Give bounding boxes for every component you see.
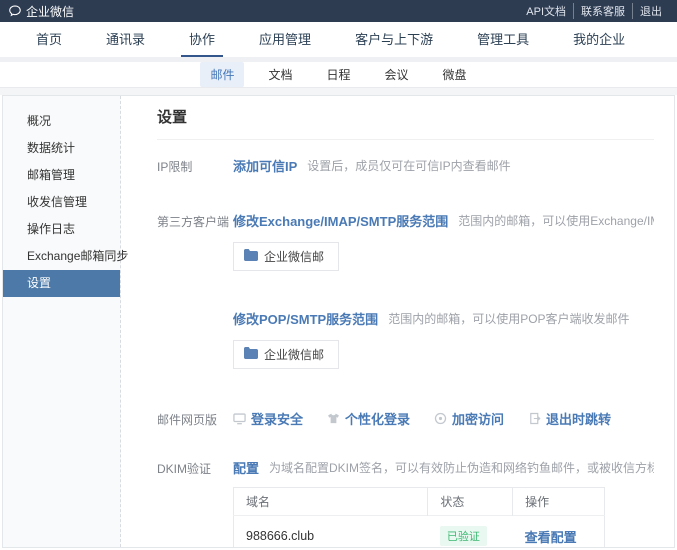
nav-tab-home[interactable]: 首页 (28, 22, 70, 57)
dkim-desc: 为域名配置DKIM签名，可以有效防止伪造和网络钓鱼邮件，或被收信方标记为垃圾邮件 (269, 459, 654, 476)
ip-limit-label: IP限制 (157, 156, 233, 175)
dkim-config-link[interactable]: 配置 (233, 458, 259, 477)
webmail-link-encrypted-access[interactable]: 加密访问 (434, 409, 504, 428)
nav-tab-admin-tools[interactable]: 管理工具 (469, 22, 537, 57)
dkim-table-body: 988666.club已验证查看配置sjdhgfdk.com验证中查看配置 (234, 516, 605, 548)
settings-content: 设置 IP限制 添加可信IP 设置后，成员仅可在可信IP内查看邮件 第三方客户端… (121, 96, 674, 547)
chat-bubble-icon (8, 4, 22, 18)
sidebar: 概况数据统计邮箱管理收发信管理操作日志Exchange邮箱同步设置 (3, 96, 121, 547)
status-badge: 已验证 (440, 526, 487, 546)
pop-scope-tag-label: 企业微信邮 (264, 346, 324, 363)
subtab-docs[interactable]: 文档 (258, 62, 302, 87)
subtab-meeting[interactable]: 会议 (375, 62, 419, 87)
page-title: 设置 (157, 106, 654, 127)
nav-tab-app-management[interactable]: 应用管理 (251, 22, 319, 57)
table-row: 988666.club 已验证 查看配置 (234, 516, 605, 548)
pop-scope-tag[interactable]: 企业微信邮 (233, 340, 339, 369)
sidebar-item-settings[interactable]: 设置 (3, 270, 120, 297)
webmail-link-logout-redirect[interactable]: 退出时跳转 (528, 409, 611, 428)
topbar-link-api-docs[interactable]: API文档 (519, 3, 573, 19)
dkim-label: DKIM验证 (157, 458, 233, 477)
dkim-table-header: 域名 状态 操作 (234, 488, 605, 516)
sidebar-item-operation-logs[interactable]: 操作日志 (3, 216, 120, 243)
folder-icon (244, 249, 258, 264)
action-cell: 查看配置 (513, 516, 605, 548)
sidebar-item-exchange-sync[interactable]: Exchange邮箱同步 (3, 243, 120, 270)
webmail-link-label: 登录安全 (251, 409, 303, 428)
subtab-drive[interactable]: 微盘 (433, 62, 477, 87)
col-action: 操作 (513, 488, 605, 516)
third-party-label: 第三方客户端 (157, 211, 233, 230)
panel-gap (0, 88, 677, 95)
modify-exchange-scope-link[interactable]: 修改Exchange/IMAP/SMTP服务范围 (233, 211, 448, 230)
add-trusted-ip-link[interactable]: 添加可信IP (233, 156, 297, 175)
ip-limit-row: IP限制 添加可信IP 设置后，成员仅可在可信IP内查看邮件 (157, 156, 654, 175)
main-nav: 首页通讯录协作应用管理客户与上下游管理工具我的企业 (0, 22, 677, 57)
nav-tab-my-company[interactable]: 我的企业 (565, 22, 633, 57)
topbar: 企业微信 API文档联系客服退出 (0, 0, 677, 22)
modify-pop-scope-link[interactable]: 修改POP/SMTP服务范围 (233, 309, 378, 328)
main-panel: 概况数据统计邮箱管理收发信管理操作日志Exchange邮箱同步设置 设置 IP限… (2, 95, 675, 548)
wecom-logo[interactable]: 企业微信 (8, 3, 74, 20)
exit-icon (528, 412, 541, 425)
ip-limit-desc: 设置后，成员仅可在可信IP内查看邮件 (307, 157, 510, 174)
tshirt-icon (327, 412, 340, 425)
nav-tab-customers[interactable]: 客户与上下游 (347, 22, 441, 57)
topbar-link-logout[interactable]: 退出 (632, 3, 669, 19)
webmail-link-login-security[interactable]: 登录安全 (233, 409, 303, 428)
dkim-row: DKIM验证 配置 为域名配置DKIM签名，可以有效防止伪造和网络钓鱼邮件，或被… (157, 458, 654, 547)
webmail-link-label: 个性化登录 (345, 409, 410, 428)
sub-nav: 邮件文档日程会议微盘 (0, 62, 677, 88)
domain-cell: 988666.club (234, 516, 428, 548)
monitor-icon (233, 412, 246, 425)
col-status: 状态 (428, 488, 513, 516)
third-party-row: 第三方客户端 修改Exchange/IMAP/SMTP服务范围 范围内的邮箱，可… (157, 211, 654, 369)
pop-scope-desc: 范围内的邮箱，可以使用POP客户端收发邮件 (388, 310, 629, 327)
webmail-label: 邮件网页版 (157, 409, 233, 428)
sidebar-item-overview[interactable]: 概况 (3, 108, 120, 135)
exchange-scope-tag-label: 企业微信邮 (264, 248, 324, 265)
topbar-link-contact-support[interactable]: 联系客服 (573, 3, 632, 19)
subtab-schedule[interactable]: 日程 (316, 62, 360, 87)
topbar-links: API文档联系客服退出 (519, 3, 669, 19)
col-domain: 域名 (234, 488, 428, 516)
pop-block: 修改POP/SMTP服务范围 范围内的邮箱，可以使用POP客户端收发邮件 企业微… (233, 309, 654, 369)
webmail-link-label: 退出时跳转 (546, 409, 611, 428)
view-config-link[interactable]: 查看配置 (525, 530, 577, 545)
dkim-table: 域名 状态 操作 988666.club已验证查看配置sjdhgfdk.com验… (233, 487, 605, 547)
subtab-mail[interactable]: 邮件 (200, 62, 244, 87)
title-divider (157, 139, 654, 140)
webmail-link-label: 加密访问 (452, 409, 504, 428)
logo-text: 企业微信 (26, 3, 74, 20)
exchange-scope-tag[interactable]: 企业微信邮 (233, 242, 339, 271)
sidebar-item-send-receive-management[interactable]: 收发信管理 (3, 189, 120, 216)
webmail-row: 邮件网页版 登录安全 个性化登录 加密访问 退出时跳转 (157, 409, 654, 428)
webmail-link-personalized-login[interactable]: 个性化登录 (327, 409, 410, 428)
nav-tab-collaboration[interactable]: 协作 (181, 22, 223, 57)
webmail-links: 登录安全 个性化登录 加密访问 退出时跳转 (233, 409, 654, 428)
lock-icon (434, 412, 447, 425)
sidebar-item-mailbox-management[interactable]: 邮箱管理 (3, 162, 120, 189)
nav-tab-contacts[interactable]: 通讯录 (98, 22, 153, 57)
status-cell: 已验证 (428, 516, 513, 548)
folder-icon (244, 347, 258, 362)
sidebar-item-data-stats[interactable]: 数据统计 (3, 135, 120, 162)
exchange-scope-desc: 范围内的邮箱，可以使用Exchange/IMAP客户端收发邮件 (458, 212, 654, 229)
